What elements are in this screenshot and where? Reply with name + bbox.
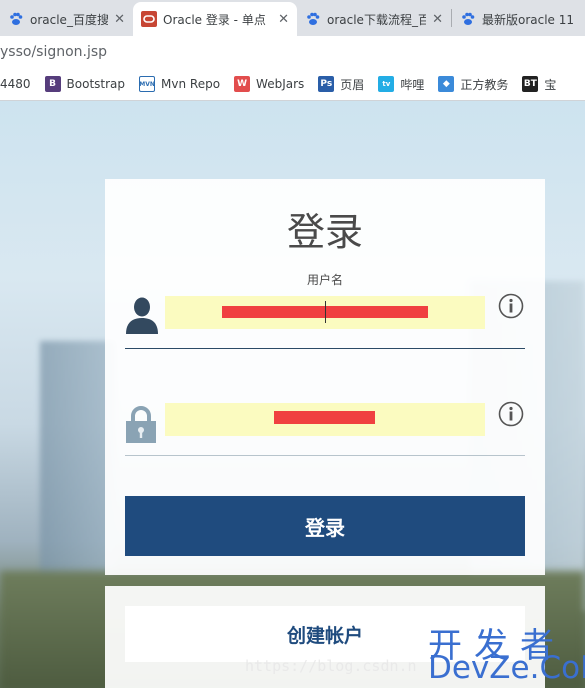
text-cursor [325,301,326,323]
tab-title: Oracle 登录 - 单点 [163,12,266,27]
tab-oracle-download[interactable]: oracle下载流程_百 ✕ [297,2,451,36]
page-title: 登录 [286,210,363,254]
watermark-logo-en: DevZe.CoM [428,650,585,686]
bookmark-bilibili[interactable]: tv 哔哩 [378,76,424,93]
bookmark-header[interactable]: Ps 页眉 [318,76,364,93]
username-label: 用户名 [306,273,343,287]
bookmark-mvn-repo[interactable]: MVN Mvn Repo [139,76,220,92]
bookmark-label: 宝 [544,77,557,92]
oracle-icon [141,11,157,27]
bookmark-bt[interactable]: BT 宝 [522,76,556,93]
bookmark-bootstrap[interactable]: B Bootstrap [44,76,126,92]
username-underline [125,348,525,349]
close-icon[interactable]: ✕ [278,12,289,27]
zhengfang-icon: ◆ [438,76,455,92]
bookmark-webjars[interactable]: W WebJars [234,76,304,92]
tab-oracle-search[interactable]: oracle_百度搜索 ✕ [0,2,133,36]
username-input[interactable] [165,296,485,329]
close-icon[interactable]: ✕ [114,12,125,27]
bookmark-label: 哔哩 [400,77,425,92]
mvn-icon: MVN [139,76,156,92]
bookmark-zhengfang[interactable]: ◆ 正方教务 [438,76,508,93]
bookmarks-bar: 4480 B Bootstrap MVN Mvn Repo W WebJars … [0,68,585,101]
tab-title: 最新版oracle 11 [482,12,575,27]
bookmark-label: Bootstrap [66,77,126,91]
watermark-url: https://blog.csdn.n [245,657,417,675]
login-card: 登录 用户名 登录 [105,179,545,575]
baidu-paw-icon [305,11,321,27]
redaction-bar [274,411,375,424]
tab-oracle-login[interactable]: Oracle 登录 - 单点 ✕ [133,2,297,36]
info-icon[interactable] [498,293,524,319]
address-bar[interactable]: ysso/signon.jsp [0,36,585,68]
bookmark-label: 正方教务 [460,77,509,92]
bootstrap-icon: B [44,76,61,92]
info-icon[interactable] [498,401,524,427]
baidu-paw-icon [8,11,24,27]
url-text[interactable]: ysso/signon.jsp [0,44,107,60]
bookmark-4480[interactable]: 4480 [0,77,31,91]
close-icon[interactable]: ✕ [432,12,443,27]
password-input[interactable] [165,403,485,436]
bookmark-label: Mvn Repo [161,77,221,91]
baidu-paw-icon [460,11,476,27]
login-button[interactable]: 登录 [125,496,525,556]
tab-title: oracle下载流程_百 [327,12,427,27]
ps-icon: Ps [318,76,335,92]
password-underline [125,455,525,456]
bt-icon: BT [522,76,539,92]
background-building [40,341,115,601]
bookmark-label: 页眉 [340,77,365,92]
tab-oracle-latest[interactable]: 最新版oracle 11 [452,2,585,36]
browser-tab-bar: oracle_百度搜索 ✕ Oracle 登录 - 单点 ✕ oracle下载流… [0,0,585,36]
webjars-icon: W [234,76,251,92]
user-icon [125,296,159,334]
bilibili-icon: tv [378,76,395,92]
lock-icon [125,405,157,443]
tab-title: oracle_百度搜索 [30,12,109,27]
bookmark-label: 4480 [0,77,31,91]
bookmark-label: WebJars [256,77,305,91]
